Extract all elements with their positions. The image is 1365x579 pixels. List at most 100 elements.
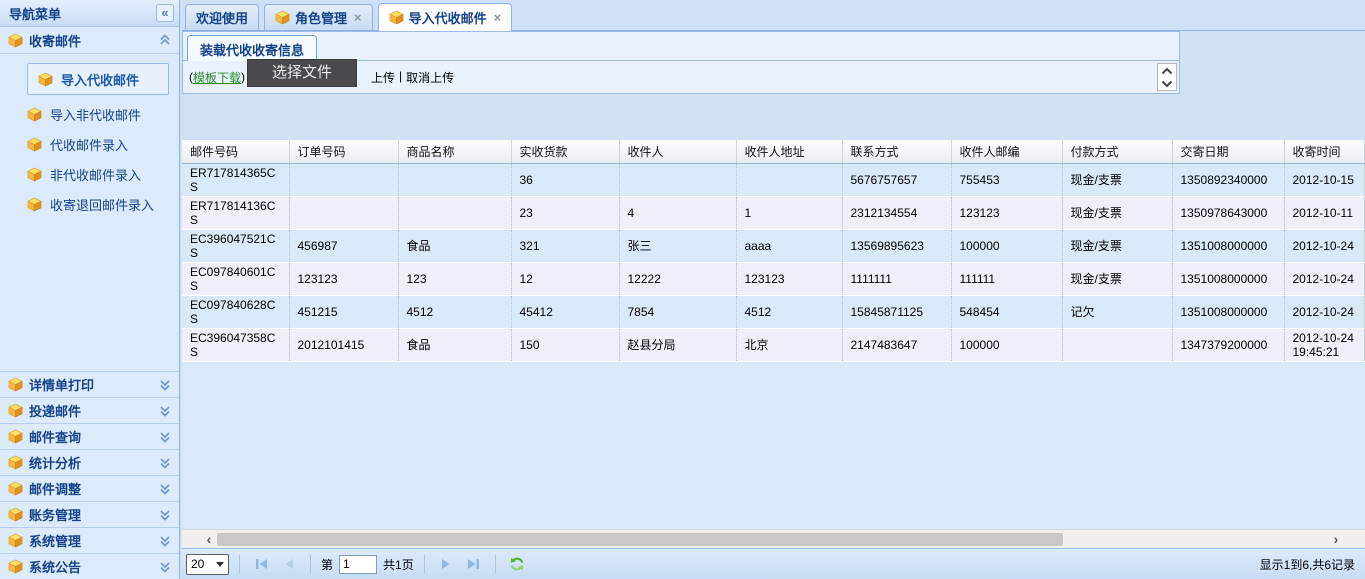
- table-cell: 150: [511, 328, 619, 361]
- table-cell: 2012-10-24: [1284, 229, 1364, 262]
- page-number-input[interactable]: [339, 555, 377, 574]
- grid-column-header[interactable]: 付款方式: [1062, 140, 1172, 163]
- table-cell: 2312134554: [842, 196, 951, 229]
- grid-column-header[interactable]: 实收货款: [511, 140, 619, 163]
- grid-column-header[interactable]: 收件人邮编: [951, 140, 1062, 163]
- grid-column-header[interactable]: 联系方式: [842, 140, 951, 163]
- first-page-button[interactable]: [250, 553, 272, 575]
- table-cell: 548454: [951, 295, 1062, 328]
- tab-close-icon[interactable]: ×: [354, 10, 362, 25]
- table-cell: 13569895623: [842, 229, 951, 262]
- sidebar-menu-item[interactable]: 收寄退回邮件录入: [0, 189, 179, 219]
- sidebar-menu-item[interactable]: 导入非代收邮件: [0, 99, 179, 129]
- separator: [495, 555, 496, 573]
- package-icon: [8, 559, 23, 574]
- separator: [424, 555, 425, 573]
- table-cell: 123123: [289, 262, 398, 295]
- sidebar-menu-item-label: 导入代收邮件: [61, 70, 139, 89]
- chevron-down-icon[interactable]: [159, 457, 171, 469]
- chevron-up-icon[interactable]: [159, 34, 171, 46]
- table-cell: [398, 196, 511, 229]
- prev-page-button[interactable]: [278, 553, 300, 575]
- table-cell: 100000: [951, 229, 1062, 262]
- sidebar-section-expanded[interactable]: 收寄邮件: [0, 27, 179, 54]
- sidebar-section-collapsed[interactable]: 投递邮件: [0, 397, 179, 423]
- sidebar-section-collapsed[interactable]: 系统公告: [0, 553, 179, 579]
- table-row[interactable]: EC097840628CS451215451245412785445121584…: [182, 295, 1364, 328]
- table-row[interactable]: EC396047521CS456987食品321张三aaaa1356989562…: [182, 229, 1364, 262]
- table-cell: 755453: [951, 164, 1062, 197]
- cancel-upload-link[interactable]: 取消上传: [406, 69, 454, 86]
- package-icon: [8, 455, 23, 470]
- table-cell: 北京: [736, 328, 842, 361]
- table-cell: 123123: [951, 196, 1062, 229]
- grid-header-table: 邮件号码订单号码商品名称实收货款收件人收件人地址联系方式收件人邮编付款方式交寄日…: [182, 140, 1365, 164]
- page-size-select[interactable]: 20: [186, 554, 229, 575]
- choose-file-button[interactable]: 选择文件: [247, 59, 357, 87]
- grid-column-header[interactable]: 订单号码: [289, 140, 398, 163]
- tab[interactable]: 欢迎使用 ×: [185, 4, 259, 30]
- sidebar-collapse-button[interactable]: «: [156, 4, 174, 22]
- chevron-down-icon[interactable]: [159, 483, 171, 495]
- sidebar-section-label: 账务管理: [29, 505, 153, 524]
- table-row[interactable]: ER717814136CS23412312134554123123现金/支票13…: [182, 196, 1364, 229]
- tab-close-icon[interactable]: ×: [494, 10, 502, 25]
- sidebar-section-collapsed[interactable]: 详情单打印: [0, 371, 179, 397]
- sidebar-section-collapsed[interactable]: 统计分析: [0, 449, 179, 475]
- table-cell: 赵县分局: [619, 328, 736, 361]
- table-cell: 2012-10-24 19:45:21: [1284, 328, 1364, 361]
- next-page-button[interactable]: [435, 553, 457, 575]
- scroll-left-icon[interactable]: ‹: [200, 530, 218, 549]
- grid-column-header[interactable]: 商品名称: [398, 140, 511, 163]
- table-cell: ER717814365CS: [182, 164, 289, 197]
- horizontal-scrollbar[interactable]: ‹ ›: [182, 529, 1365, 548]
- grid-column-header[interactable]: 交寄日期: [1172, 140, 1284, 163]
- spinner-down-icon[interactable]: [1158, 77, 1176, 90]
- refresh-button[interactable]: [506, 553, 528, 575]
- scroll-right-icon[interactable]: ›: [1327, 530, 1345, 549]
- panel-tab-load-info[interactable]: 装载代收收寄信息: [187, 35, 317, 62]
- table-cell: 123123: [736, 262, 842, 295]
- link-separator: |: [399, 69, 402, 86]
- sidebar-collapsed-sections: 详情单打印 投递邮件 邮件查询 统计分析: [0, 371, 179, 579]
- sidebar-section-collapsed[interactable]: 邮件查询: [0, 423, 179, 449]
- table-cell: 100000: [951, 328, 1062, 361]
- sidebar-section-label: 邮件调整: [29, 479, 153, 498]
- chevron-down-icon[interactable]: [159, 561, 171, 573]
- table-cell: [289, 164, 398, 197]
- chevron-down-icon[interactable]: [159, 431, 171, 443]
- total-pages-label: 共1页: [383, 556, 414, 573]
- sidebar-section-label: 系统公告: [29, 557, 153, 576]
- chevron-down-icon[interactable]: [159, 379, 171, 391]
- chevron-down-icon[interactable]: [159, 405, 171, 417]
- sidebar-section-collapsed[interactable]: 邮件调整: [0, 475, 179, 501]
- page-size-value: 20: [191, 557, 212, 571]
- template-download-link[interactable]: 模板下载: [193, 69, 241, 86]
- sidebar-menu-item[interactable]: 代收邮件录入: [0, 129, 179, 159]
- sidebar-menu-item-label: 收寄退回邮件录入: [50, 195, 154, 214]
- grid-column-header[interactable]: 邮件号码: [182, 140, 289, 163]
- grid-column-header[interactable]: 收件人: [619, 140, 736, 163]
- package-icon: [8, 429, 23, 444]
- sidebar-section-collapsed[interactable]: 账务管理: [0, 501, 179, 527]
- tab[interactable]: 导入代收邮件 ×: [378, 3, 513, 31]
- sidebar-menu-item[interactable]: 导入代收邮件: [27, 63, 169, 95]
- content-gap: [182, 94, 1365, 140]
- table-row[interactable]: ER717814365CS365676757657755453现金/支票1350…: [182, 164, 1364, 197]
- tab-bar: 欢迎使用 × 角色管理 × 导入代收邮件 ×: [182, 0, 1365, 31]
- package-icon: [8, 533, 23, 548]
- grid-body-table: ER717814365CS365676757657755453现金/支票1350…: [182, 164, 1365, 362]
- tab[interactable]: 角色管理 ×: [264, 4, 373, 30]
- grid-column-header[interactable]: 收寄时间: [1284, 140, 1364, 163]
- sidebar-section-collapsed[interactable]: 系统管理: [0, 527, 179, 553]
- spinner-up-icon[interactable]: [1158, 64, 1176, 77]
- table-row[interactable]: EC097840601CS123123123121222212312311111…: [182, 262, 1364, 295]
- chevron-down-icon[interactable]: [159, 535, 171, 547]
- upload-link[interactable]: 上传: [371, 69, 395, 86]
- chevron-down-icon[interactable]: [159, 509, 171, 521]
- last-page-button[interactable]: [463, 553, 485, 575]
- scrollbar-thumb[interactable]: [217, 533, 1063, 546]
- sidebar-menu-item[interactable]: 非代收邮件录入: [0, 159, 179, 189]
- table-row[interactable]: EC396047358CS2012101415食品150赵县分局北京214748…: [182, 328, 1364, 361]
- grid-column-header[interactable]: 收件人地址: [736, 140, 842, 163]
